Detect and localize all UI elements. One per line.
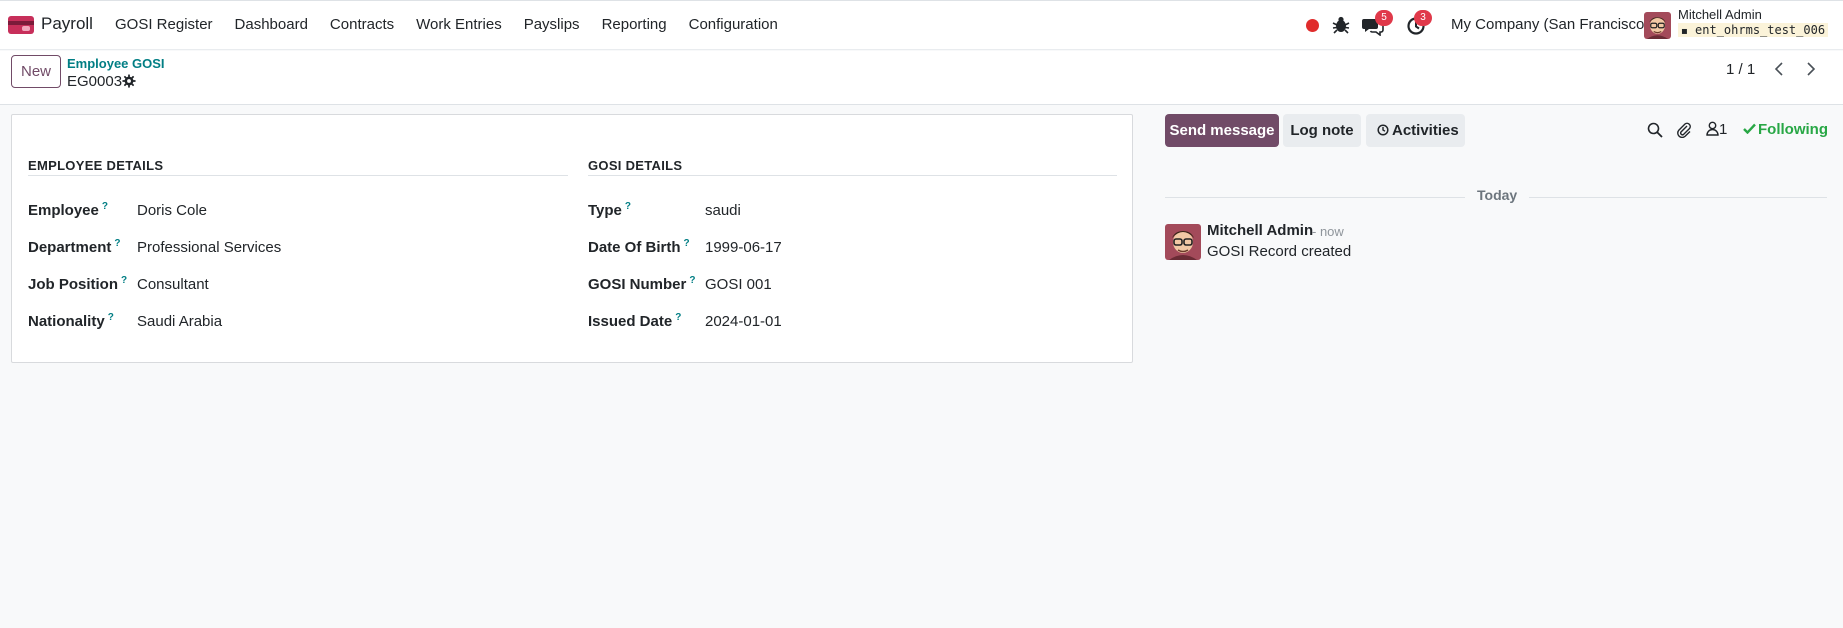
company-switcher[interactable]: My Company (San Francisco) — [1451, 16, 1649, 33]
help-tooltip-icon[interactable]: ? — [684, 238, 690, 249]
gosi-details-divider — [588, 175, 1117, 176]
paperclip-icon[interactable] — [1676, 122, 1692, 138]
issued-date-field[interactable]: 2024-01-01 — [705, 313, 782, 330]
send-message-button[interactable]: Send message — [1165, 114, 1279, 147]
gear-icon[interactable] — [122, 74, 136, 88]
log-note-button[interactable]: Log note — [1283, 114, 1361, 147]
help-tooltip-icon[interactable]: ? — [108, 312, 114, 323]
message-author[interactable]: Mitchell Admin — [1207, 222, 1313, 239]
followers-button[interactable]: 1 — [1706, 121, 1727, 138]
pager-previous-button[interactable] — [1764, 55, 1794, 83]
help-tooltip-icon[interactable]: ? — [102, 201, 108, 212]
top-navbar: Payroll GOSI Register Dashboard Contract… — [0, 0, 1843, 50]
menu-configuration[interactable]: Configuration — [689, 16, 778, 33]
followers-count: 1 — [1719, 121, 1728, 138]
type-label: Type? — [588, 201, 632, 219]
search-icon[interactable] — [1647, 122, 1663, 138]
department-label: Department? — [28, 238, 121, 256]
today-label: Today — [1477, 187, 1518, 203]
pager-next-button[interactable] — [1796, 55, 1826, 83]
nationality-label: Nationality? — [28, 312, 114, 330]
menu-reporting[interactable]: Reporting — [602, 16, 667, 33]
department-field[interactable]: Professional Services — [137, 239, 281, 256]
date-separator: Today — [1165, 187, 1827, 207]
type-field[interactable]: saudi — [705, 202, 741, 219]
activities-button[interactable]: Activities — [1366, 114, 1465, 147]
gosi-number-label: GOSI Number? — [588, 275, 696, 293]
gosi-details-title: GOSI DETAILS — [588, 158, 683, 173]
user-name[interactable]: Mitchell Admin — [1678, 7, 1762, 22]
separator-line-left — [1165, 197, 1465, 198]
employee-details-divider — [28, 175, 568, 176]
nationality-field[interactable]: Saudi Arabia — [137, 313, 222, 330]
chevron-right-icon — [1807, 62, 1816, 76]
payroll-app-icon[interactable] — [8, 16, 34, 34]
form-sheet: EMPLOYEE DETAILS Employee? Doris Cole De… — [11, 114, 1133, 363]
activities-label: Activities — [1392, 122, 1459, 139]
clock-icon — [1377, 124, 1389, 136]
separator-line-right — [1529, 197, 1827, 198]
help-tooltip-icon[interactable]: ? — [625, 201, 631, 212]
recording-dot-icon[interactable] — [1306, 19, 1319, 32]
database-name: ▪ ent_ohrms_test_006 — [1678, 23, 1829, 37]
chevron-left-icon — [1774, 62, 1783, 76]
check-icon — [1743, 123, 1756, 135]
user-avatar[interactable] — [1644, 12, 1671, 39]
following-button[interactable]: Following — [1743, 121, 1828, 138]
message-author-avatar[interactable] — [1165, 224, 1201, 260]
breadcrumb-employee-gosi[interactable]: Employee GOSI — [67, 56, 165, 71]
control-panel: New Employee GOSI EG0003 1 / 1 — [0, 51, 1843, 105]
menu-gosi-register[interactable]: GOSI Register — [115, 16, 213, 33]
gosi-number-field[interactable]: GOSI 001 — [705, 276, 772, 293]
message-body: GOSI Record created — [1207, 243, 1352, 260]
pager-value: 1 / 1 — [1726, 61, 1756, 78]
employee-label: Employee? — [28, 201, 108, 219]
menu-payslips[interactable]: Payslips — [524, 16, 580, 33]
employee-field[interactable]: Doris Cole — [137, 202, 207, 219]
employee-details-title: EMPLOYEE DETAILS — [28, 158, 164, 173]
message-time: - now — [1312, 224, 1344, 239]
help-tooltip-icon[interactable]: ? — [114, 238, 120, 249]
app-name[interactable]: Payroll — [41, 14, 93, 34]
main-menu: GOSI Register Dashboard Contracts Work E… — [115, 16, 800, 33]
date-of-birth-label: Date Of Birth? — [588, 238, 690, 256]
job-position-label: Job Position? — [28, 275, 128, 293]
job-position-field[interactable]: Consultant — [137, 276, 209, 293]
bug-icon[interactable] — [1332, 15, 1350, 35]
database-icon: ▪ — [1681, 26, 1688, 37]
menu-work-entries[interactable]: Work Entries — [416, 16, 502, 33]
following-label: Following — [1758, 121, 1828, 138]
menu-contracts[interactable]: Contracts — [330, 16, 394, 33]
database-label: ent_ohrms_test_006 — [1695, 23, 1826, 37]
help-tooltip-icon[interactable]: ? — [689, 275, 695, 286]
issued-date-label: Issued Date? — [588, 312, 682, 330]
record-title: EG0003 — [67, 73, 123, 90]
activity-badge: 3 — [1414, 10, 1432, 26]
new-button[interactable]: New — [11, 55, 61, 88]
help-tooltip-icon[interactable]: ? — [675, 312, 681, 323]
user-icon — [1706, 121, 1719, 136]
date-of-birth-field[interactable]: 1999-06-17 — [705, 239, 782, 256]
menu-dashboard[interactable]: Dashboard — [235, 16, 308, 33]
help-tooltip-icon[interactable]: ? — [121, 275, 127, 286]
chat-badge: 5 — [1375, 10, 1393, 26]
